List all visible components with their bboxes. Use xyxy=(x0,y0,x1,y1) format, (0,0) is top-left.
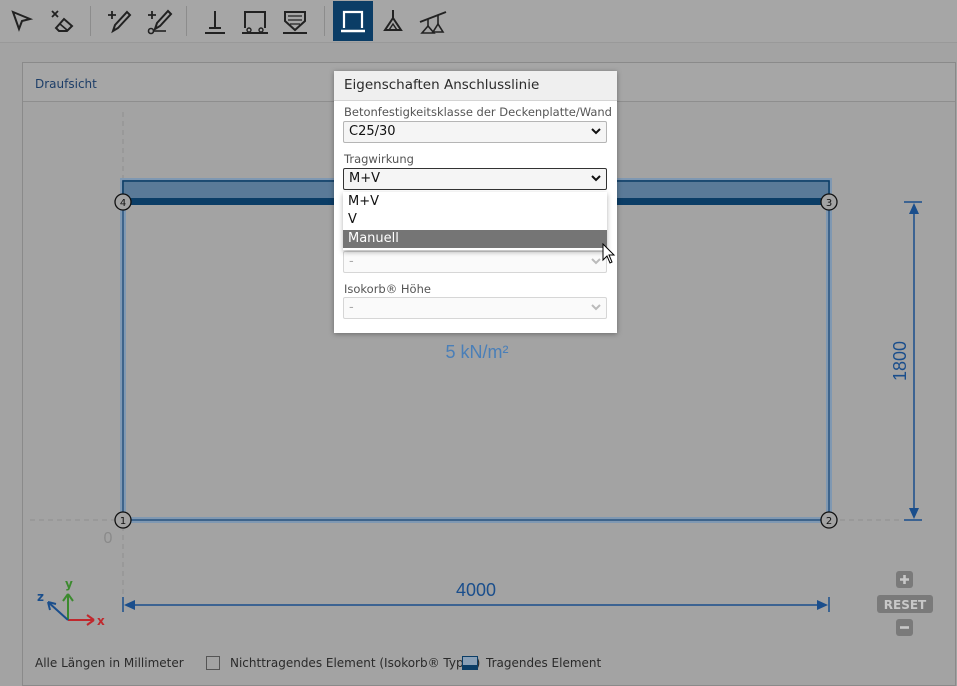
node-3[interactable]: 3 xyxy=(820,193,838,211)
load-bearing-swatch xyxy=(462,656,478,670)
zoom-in-button[interactable] xyxy=(896,571,913,588)
isokorb-type-value: - xyxy=(349,254,354,269)
node-1-label: 1 xyxy=(120,516,126,527)
action-type-label: Tragwirkung xyxy=(344,152,414,166)
isokorb-height-value: - xyxy=(349,300,354,315)
axis-indicator: x y z xyxy=(37,577,105,628)
height-dimension: 1800 xyxy=(890,201,922,521)
axis-z-label: z xyxy=(37,590,44,604)
action-type-value: M+V xyxy=(349,171,381,186)
concrete-class-label: Betonfestigkeitsklasse der Deckenplatte/… xyxy=(344,105,612,119)
legend-units: Alle Längen in Millimeter xyxy=(35,656,184,670)
isokorb-type-select[interactable]: - xyxy=(343,251,607,273)
mouse-cursor-icon xyxy=(602,243,616,264)
reset-button[interactable]: RESET xyxy=(877,595,933,613)
dialog-title: Eigenschaften Anschlusslinie xyxy=(344,77,540,93)
action-type-dropdown: M+V V Manuell xyxy=(343,192,607,250)
area-load-label: 5 kN/m² xyxy=(446,342,509,362)
node-3-label: 3 xyxy=(826,198,832,209)
legend-load-bearing: Tragendes Element xyxy=(486,656,602,670)
node-1[interactable]: 1 xyxy=(114,511,132,529)
connection-line-properties-dialog: Eigenschaften Anschlusslinie Betonfestig… xyxy=(334,71,617,333)
legend-non-load-bearing: Nichttragendes Element (Isokorb® Typ Z) xyxy=(230,656,481,670)
action-type-select[interactable]: M+V xyxy=(343,168,607,190)
node-2[interactable]: 2 xyxy=(820,511,838,529)
width-dimension: 4000 xyxy=(122,580,830,612)
node-4[interactable]: 4 xyxy=(114,193,132,211)
isokorb-height-label: Isokorb® Höhe xyxy=(344,282,431,296)
isokorb-height-select[interactable]: - xyxy=(343,297,607,319)
axis-x-label: x xyxy=(97,614,105,628)
height-dimension-label: 1800 xyxy=(890,341,910,381)
axis-y-label: y xyxy=(65,577,73,591)
chevron-down-icon xyxy=(591,128,601,135)
option-v[interactable]: V xyxy=(343,211,607,229)
zoom-controls: RESET xyxy=(876,568,934,640)
origin-label: 0 xyxy=(104,530,113,547)
chevron-down-icon xyxy=(591,175,601,182)
node-4-label: 4 xyxy=(120,198,126,209)
zoom-out-button[interactable] xyxy=(896,619,913,636)
concrete-class-select[interactable]: C25/30 xyxy=(343,121,607,143)
option-manuell[interactable]: Manuell xyxy=(343,230,607,248)
option-m-v[interactable]: M+V xyxy=(343,193,607,211)
concrete-class-value: C25/30 xyxy=(349,124,396,139)
non-load-bearing-swatch xyxy=(206,656,220,670)
dialog-header: Eigenschaften Anschlusslinie xyxy=(334,71,617,101)
node-2-label: 2 xyxy=(826,516,832,527)
chevron-down-icon xyxy=(591,304,601,311)
reset-label: RESET xyxy=(884,598,927,612)
chevron-down-icon xyxy=(591,258,601,265)
width-dimension-label: 4000 xyxy=(456,580,496,600)
